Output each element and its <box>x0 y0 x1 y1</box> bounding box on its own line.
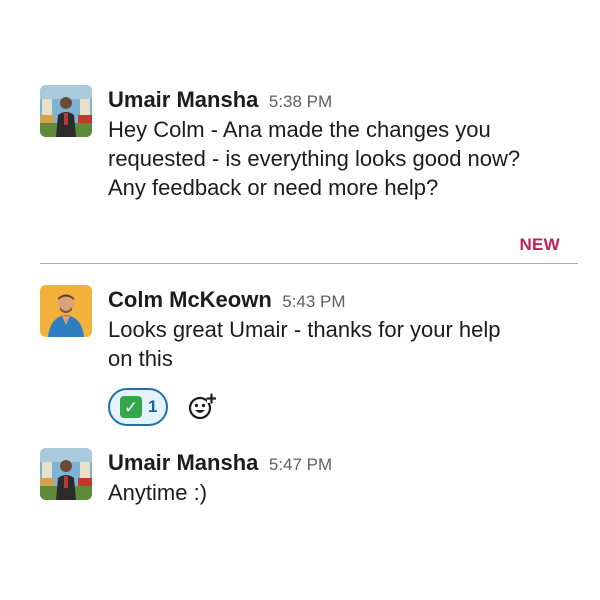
message-timestamp[interactable]: 5:47 PM <box>269 455 332 474</box>
message[interactable]: Colm McKeown 5:43 PM Looks great Umair -… <box>40 285 580 385</box>
user-avatar[interactable] <box>40 85 92 137</box>
message-text: Hey Colm - Ana made the changes you requ… <box>108 115 580 202</box>
message[interactable]: Umair Mansha 5:38 PM Hey Colm - Ana made… <box>40 85 580 205</box>
user-avatar[interactable] <box>40 285 92 337</box>
avatar-photo-colm <box>40 285 92 337</box>
message-text-line: Looks great Umair - thanks for your help <box>108 317 501 342</box>
message-text: Anytime :) <box>108 478 580 507</box>
reaction-pill[interactable]: ✓ 1 <box>108 388 169 426</box>
avatar-photo-umair <box>40 448 92 500</box>
sender-name[interactable]: Umair Mansha <box>108 450 258 475</box>
sender-name[interactable]: Umair Mansha <box>108 87 258 112</box>
message-text-line: on this <box>108 346 173 371</box>
white-check-mark-icon: ✓ <box>120 396 142 418</box>
sender-name[interactable]: Colm McKeown <box>108 287 272 312</box>
new-messages-divider <box>40 263 578 264</box>
message-text-line: Hey Colm - Ana made the changes you <box>108 117 491 142</box>
message[interactable]: Umair Mansha 5:47 PM Anytime :) <box>40 448 580 518</box>
reaction-count: 1 <box>148 397 158 416</box>
message-text-line: requested - is everything looks good now… <box>108 146 521 171</box>
message-text-line: Anytime :) <box>108 480 208 505</box>
add-emoji-icon <box>189 393 217 420</box>
user-avatar[interactable] <box>40 448 92 500</box>
avatar-photo-umair <box>40 85 92 137</box>
add-reaction-button[interactable] <box>180 385 224 429</box>
message-timestamp[interactable]: 5:43 PM <box>282 292 345 311</box>
message-text: Looks great Umair - thanks for your help… <box>108 315 580 373</box>
message-timestamp[interactable]: 5:38 PM <box>269 92 332 111</box>
reactions-bar: ✓ 1 <box>108 385 224 429</box>
new-messages-label: NEW <box>519 235 560 254</box>
message-text-line: Any feedback or need more help? <box>108 175 439 200</box>
